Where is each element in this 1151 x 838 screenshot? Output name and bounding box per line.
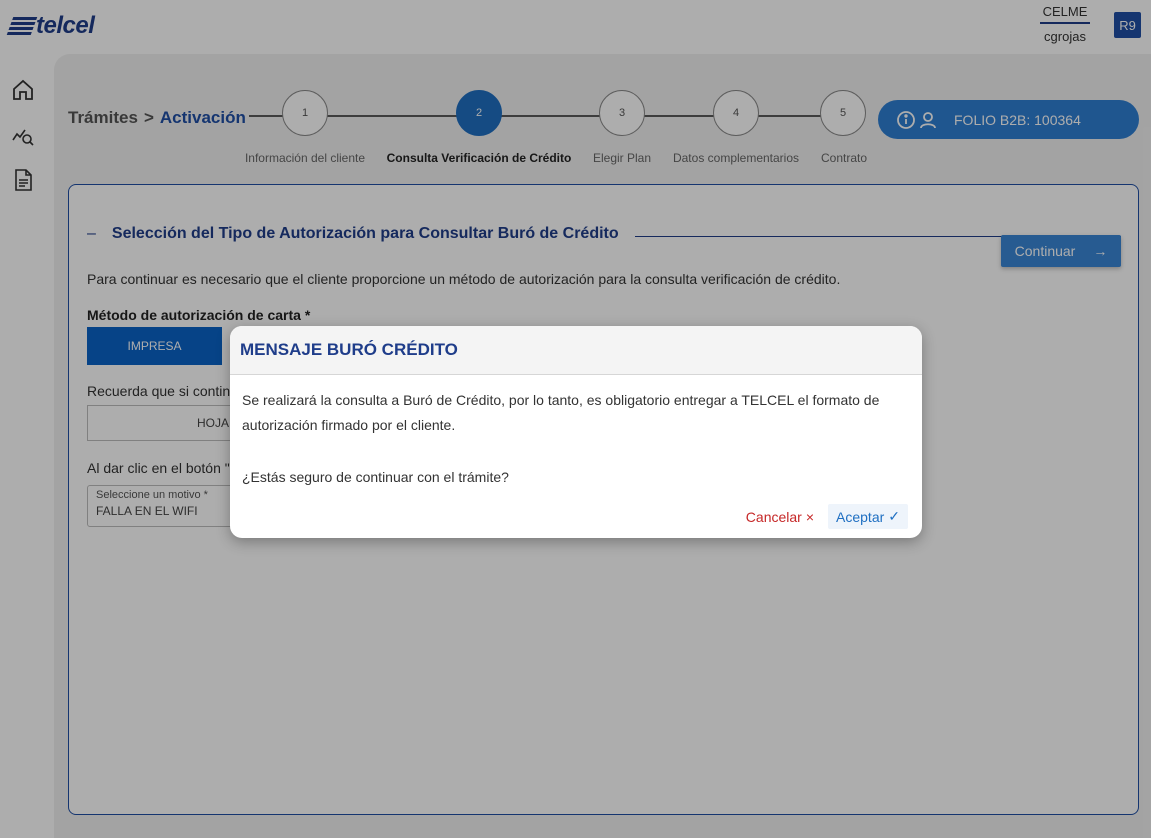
dialog-actions: Cancelar × Aceptar ✓ xyxy=(740,504,908,529)
dialog-body: Se realizará la consulta a Buró de Crédi… xyxy=(230,375,922,490)
check-icon: ✓ xyxy=(888,508,900,524)
dialog-header: MENSAJE BURÓ CRÉDITO xyxy=(230,326,922,375)
accept-label: Aceptar xyxy=(836,508,885,525)
cancel-label: Cancelar xyxy=(745,508,802,525)
dialog-message-line-2: autorización firmado por el cliente. xyxy=(242,417,456,433)
accept-button[interactable]: Aceptar ✓ xyxy=(828,504,908,529)
dialog-message-line-1: Se realizará la consulta a Buró de Crédi… xyxy=(242,392,880,408)
dialog-title: MENSAJE BURÓ CRÉDITO xyxy=(240,340,458,359)
confirm-dialog: MENSAJE BURÓ CRÉDITO Se realizará la con… xyxy=(230,326,922,538)
dialog-question: ¿Estás seguro de continuar con el trámit… xyxy=(242,469,509,485)
close-icon: × xyxy=(805,508,815,525)
cancel-button[interactable]: Cancelar × xyxy=(740,505,820,529)
